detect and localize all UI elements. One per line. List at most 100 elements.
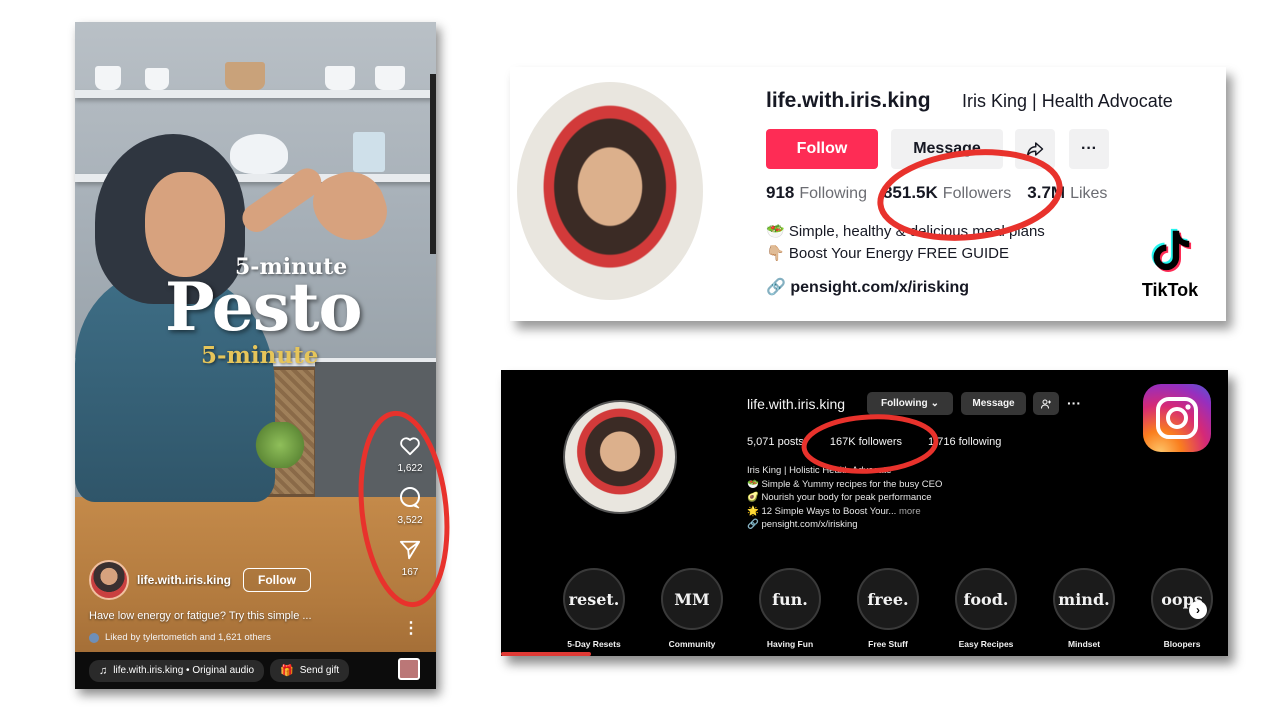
followers-count[interactable]: 851.5K bbox=[883, 183, 938, 203]
audio-pill[interactable]: ♫ life.with.iris.king • Original audio bbox=[89, 659, 265, 682]
avatar[interactable] bbox=[89, 560, 129, 600]
instagram-profile-card: life.with.iris.king Following ⌄ Message … bbox=[501, 370, 1228, 656]
instagram-bio-line: 🌟 12 Simple Ways to Boost Your... more bbox=[747, 505, 942, 519]
instagram-avatar[interactable] bbox=[563, 400, 677, 514]
tiktok-logo: TikTok bbox=[1130, 227, 1210, 301]
following-button-label: Following bbox=[880, 398, 928, 409]
highlight-cover[interactable]: oops bbox=[1151, 568, 1213, 630]
tiktok-follow-button[interactable]: Follow bbox=[766, 129, 878, 169]
tiktok-nickname: Iris King | Health Advocate bbox=[962, 91, 1173, 111]
instagram-bio-name: Iris King | Holistic Health Advocate bbox=[747, 465, 892, 476]
likes-count: 3.7M bbox=[1027, 183, 1066, 202]
comment-count: 3,522 bbox=[397, 515, 423, 526]
posts-count: 5,071 posts bbox=[747, 436, 804, 448]
like-action[interactable]: 1,622 bbox=[396, 432, 424, 474]
more-options-button[interactable]: ··· bbox=[1069, 129, 1109, 169]
link-icon: 🔗 bbox=[747, 519, 759, 531]
highlight-label: Easy Recipes bbox=[958, 639, 1014, 649]
story-highlights: reset. 5-Day Resets MM Community fun. Ha… bbox=[545, 568, 1228, 649]
heart-icon[interactable] bbox=[396, 432, 424, 460]
instagram-link-text[interactable]: pensight.com/x/irisking bbox=[761, 519, 857, 530]
share-icon[interactable] bbox=[1015, 129, 1055, 169]
tiktok-avatar[interactable] bbox=[517, 82, 703, 300]
audio-label: life.with.iris.king • Original audio bbox=[113, 665, 255, 676]
tiktok-bio-line: 👇🏼 Boost Your Energy FREE GUIDE bbox=[766, 245, 1009, 262]
highlight-cover[interactable]: free. bbox=[857, 568, 919, 630]
instagram-following-button[interactable]: Following ⌄ bbox=[867, 392, 953, 415]
more-icon[interactable]: ⋮ bbox=[403, 618, 419, 638]
comment-icon[interactable] bbox=[396, 484, 424, 512]
reel-username[interactable]: life.with.iris.king bbox=[137, 573, 231, 587]
send-gift-label: Send gift bbox=[299, 665, 340, 676]
followers-count[interactable]: 167K followers bbox=[830, 436, 902, 448]
liked-by: Liked by tylertometich and 1,621 others bbox=[89, 632, 271, 643]
instagram-bio-line: 🥗 Simple & Yummy recipes for the busy CE… bbox=[747, 478, 943, 490]
chevron-down-icon: ⌄ bbox=[930, 398, 940, 409]
reel-caption[interactable]: Have low energy or fatigue? Try this sim… bbox=[89, 610, 312, 622]
instagram-bio-line: 🥑 Nourish your body for peak performance bbox=[747, 492, 932, 504]
reel-title-big: Pesto bbox=[165, 268, 363, 346]
instagram-stats: 5,071 posts 167K followers 1,716 followi… bbox=[747, 436, 1027, 448]
collage-canvas: 5-minute Pesto 5-minute 1,622 3,522 167 bbox=[0, 0, 1280, 720]
reel-follow-button[interactable]: Follow bbox=[243, 568, 312, 592]
bio-more-link[interactable]: more bbox=[899, 506, 921, 517]
highlight-label: Mindset bbox=[1067, 639, 1101, 649]
following-label: Following bbox=[799, 185, 867, 202]
highlight-item[interactable]: MM Community bbox=[643, 568, 741, 649]
tiktok-username: life.with.iris.king bbox=[766, 89, 931, 112]
progress-underline bbox=[501, 652, 591, 656]
highlight-item[interactable]: free. Free Stuff bbox=[839, 568, 937, 649]
music-icon: ♫ bbox=[99, 664, 108, 677]
send-gift-pill[interactable]: 🎁 Send gift bbox=[270, 659, 350, 682]
send-icon[interactable] bbox=[396, 536, 424, 564]
comment-action[interactable]: 3,522 bbox=[396, 484, 424, 526]
highlight-label: Bloopers bbox=[1163, 639, 1201, 649]
tiktok-bio-link[interactable]: 🔗 pensight.com/x/irisking bbox=[766, 277, 969, 297]
highlight-cover[interactable]: reset. bbox=[563, 568, 625, 630]
highlight-cover[interactable]: food. bbox=[955, 568, 1017, 630]
following-count[interactable]: 1,716 following bbox=[928, 436, 1001, 448]
instagram-bio-link[interactable]: 🔗 pensight.com/x/irisking bbox=[747, 518, 942, 532]
instagram-reel: 5-minute Pesto 5-minute 1,622 3,522 167 bbox=[75, 22, 436, 689]
highlight-item[interactable]: reset. 5-Day Resets bbox=[545, 568, 643, 649]
tiktok-logo-text: TikTok bbox=[1141, 280, 1199, 300]
highlight-item[interactable]: oops Bloopers bbox=[1133, 568, 1228, 649]
tiktok-bio-line: 🥗 Simple, healthy & delicious meal plans bbox=[766, 223, 1045, 240]
instagram-message-button[interactable]: Message bbox=[961, 392, 1026, 415]
highlight-label: 5-Day Resets bbox=[567, 639, 621, 649]
chevron-right-icon[interactable]: › bbox=[1189, 601, 1207, 619]
highlight-cover[interactable]: MM bbox=[661, 568, 723, 630]
tiktok-bio: 🥗 Simple, healthy & delicious meal plans… bbox=[766, 221, 1045, 265]
reel-side-actions: 1,622 3,522 167 bbox=[385, 432, 435, 588]
instagram-logo bbox=[1143, 384, 1211, 452]
audio-thumbnail[interactable] bbox=[398, 658, 420, 680]
instagram-username: life.with.iris.king bbox=[747, 396, 846, 412]
highlight-cover[interactable]: mind. bbox=[1053, 568, 1115, 630]
like-count: 1,622 bbox=[397, 463, 423, 474]
tiktok-link-text[interactable]: pensight.com/x/irisking bbox=[790, 279, 969, 296]
liked-avatar bbox=[89, 632, 99, 643]
highlight-label: Community bbox=[668, 639, 716, 649]
highlight-cover[interactable]: fun. bbox=[759, 568, 821, 630]
following-count[interactable]: 918 bbox=[766, 183, 794, 203]
gift-icon: 🎁 bbox=[280, 665, 294, 677]
highlight-label: Having Fun bbox=[766, 639, 814, 649]
highlight-label: Free Stuff bbox=[868, 639, 908, 649]
likes-label: Likes bbox=[1070, 185, 1108, 202]
tiktok-profile-card: life.with.iris.king Iris King | Health A… bbox=[510, 67, 1226, 321]
add-user-icon[interactable] bbox=[1033, 392, 1059, 415]
liked-by-text[interactable]: Liked by tylertometich and 1,621 others bbox=[105, 632, 271, 643]
followers-label: Followers bbox=[942, 185, 1012, 202]
reel-author: life.with.iris.king Follow bbox=[89, 560, 312, 600]
instagram-bio: Iris King | Holistic Health Advocate 🥗 S… bbox=[747, 464, 942, 532]
share-count: 167 bbox=[401, 567, 419, 578]
reel-bottom-bar: ♫ life.with.iris.king • Original audio 🎁… bbox=[75, 652, 436, 689]
highlight-item[interactable]: mind. Mindset bbox=[1035, 568, 1133, 649]
more-icon[interactable]: ··· bbox=[1067, 395, 1081, 411]
tiktok-message-button[interactable]: Message bbox=[891, 129, 1003, 169]
reel-title-gold: 5-minute bbox=[201, 342, 319, 369]
highlight-item[interactable]: food. Easy Recipes bbox=[937, 568, 1035, 649]
instagram-bio-line-text: 🌟 12 Simple Ways to Boost Your... bbox=[747, 505, 897, 517]
highlight-item[interactable]: fun. Having Fun bbox=[741, 568, 839, 649]
share-action[interactable]: 167 bbox=[396, 536, 424, 578]
